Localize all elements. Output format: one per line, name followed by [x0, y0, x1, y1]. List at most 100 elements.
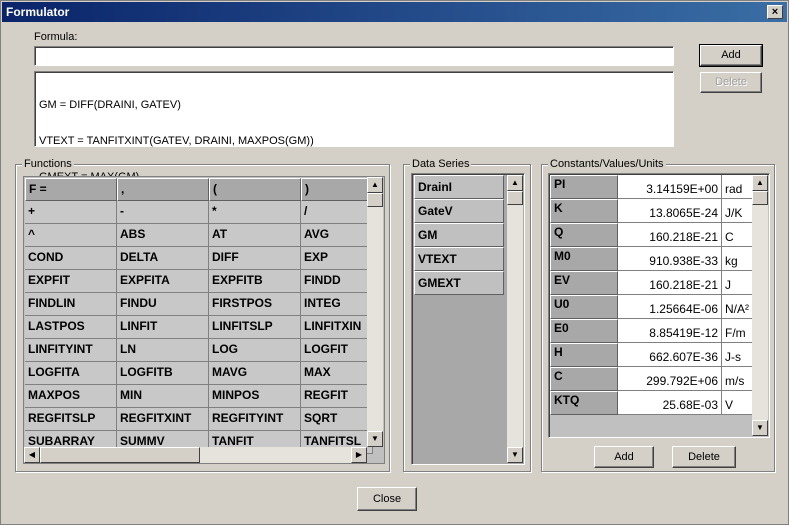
- constant-name[interactable]: M0: [550, 247, 618, 271]
- function-cell[interactable]: LN: [117, 339, 209, 362]
- function-cell[interactable]: DELTA: [117, 247, 209, 270]
- scroll-down-icon[interactable]: ▼: [367, 431, 383, 447]
- functions-vscroll[interactable]: ▲ ▼: [367, 177, 383, 447]
- constant-unit[interactable]: J: [722, 271, 752, 295]
- function-cell[interactable]: -: [117, 201, 209, 224]
- constants-vscroll[interactable]: ▲ ▼: [752, 175, 768, 436]
- function-cell[interactable]: MAVG: [209, 362, 301, 385]
- constant-unit[interactable]: J-s: [722, 343, 752, 367]
- data-series-item[interactable]: GateV: [414, 199, 504, 223]
- constant-value[interactable]: 160.218E-21: [618, 223, 722, 247]
- scroll-right-icon[interactable]: ▶: [351, 447, 367, 463]
- constant-name[interactable]: Q: [550, 223, 618, 247]
- function-cell[interactable]: ): [301, 178, 373, 201]
- constant-unit[interactable]: C: [722, 223, 752, 247]
- function-cell[interactable]: LOGFIT: [301, 339, 373, 362]
- function-cell[interactable]: *: [209, 201, 301, 224]
- constants-add-button[interactable]: Add: [594, 446, 654, 468]
- constant-name[interactable]: E0: [550, 319, 618, 343]
- scroll-thumb[interactable]: [752, 191, 768, 205]
- function-cell[interactable]: LASTPOS: [25, 316, 117, 339]
- function-cell[interactable]: AVG: [301, 224, 373, 247]
- function-cell[interactable]: AT: [209, 224, 301, 247]
- formula-list[interactable]: GM = DIFF(DRAINI, GATEV) VTEXT = TANFITX…: [34, 71, 674, 183]
- data-series-item[interactable]: VTEXT: [414, 247, 504, 271]
- constant-value[interactable]: 8.85419E-12: [618, 319, 722, 343]
- formula-line[interactable]: VTEXT = TANFITXINT(GATEV, DRAINI, MAXPOS…: [39, 135, 669, 147]
- function-cell[interactable]: LINFITSLP: [209, 316, 301, 339]
- scroll-left-icon[interactable]: ◀: [24, 447, 40, 463]
- constant-unit[interactable]: kg: [722, 247, 752, 271]
- function-cell[interactable]: FINDLIN: [25, 293, 117, 316]
- function-cell[interactable]: /: [301, 201, 373, 224]
- scroll-down-icon[interactable]: ▼: [752, 420, 768, 436]
- function-cell[interactable]: INTEG: [301, 293, 373, 316]
- function-cell[interactable]: LINFITYINT: [25, 339, 117, 362]
- constant-unit[interactable]: J/K: [722, 199, 752, 223]
- function-cell[interactable]: LOG: [209, 339, 301, 362]
- function-cell[interactable]: REGFITYINT: [209, 408, 301, 431]
- constant-unit[interactable]: m/s: [722, 367, 752, 391]
- function-cell[interactable]: MINPOS: [209, 385, 301, 408]
- function-cell[interactable]: DIFF: [209, 247, 301, 270]
- function-cell[interactable]: EXP: [301, 247, 373, 270]
- function-cell[interactable]: LOGFITB: [117, 362, 209, 385]
- function-cell[interactable]: F =: [25, 178, 117, 201]
- function-cell[interactable]: COND: [25, 247, 117, 270]
- scroll-thumb[interactable]: [367, 193, 383, 207]
- scroll-down-icon[interactable]: ▼: [507, 447, 523, 463]
- function-cell[interactable]: FINDU: [117, 293, 209, 316]
- constant-value[interactable]: 662.607E-36: [618, 343, 722, 367]
- function-cell[interactable]: MAX: [301, 362, 373, 385]
- function-cell[interactable]: ,: [117, 178, 209, 201]
- scroll-thumb[interactable]: [40, 447, 200, 463]
- function-cell[interactable]: +: [25, 201, 117, 224]
- constant-name[interactable]: PI: [550, 175, 618, 199]
- data-series-item[interactable]: DrainI: [414, 175, 504, 199]
- constant-name[interactable]: C: [550, 367, 618, 391]
- function-cell[interactable]: EXPFIT: [25, 270, 117, 293]
- function-cell[interactable]: REGFITXINT: [117, 408, 209, 431]
- scroll-up-icon[interactable]: ▲: [367, 177, 383, 193]
- constant-unit[interactable]: F/m: [722, 319, 752, 343]
- data-series-vscroll[interactable]: ▲ ▼: [507, 175, 523, 463]
- function-cell[interactable]: REGFITSLP: [25, 408, 117, 431]
- function-cell[interactable]: REGFIT: [301, 385, 373, 408]
- function-cell[interactable]: LINFITXIN: [301, 316, 373, 339]
- constants-delete-button[interactable]: Delete: [672, 446, 736, 468]
- constant-value[interactable]: 160.218E-21: [618, 271, 722, 295]
- function-cell[interactable]: (: [209, 178, 301, 201]
- functions-hscroll[interactable]: ◀ ▶: [24, 447, 367, 463]
- data-series-item[interactable]: GMEXT: [414, 271, 504, 295]
- function-cell[interactable]: FIRSTPOS: [209, 293, 301, 316]
- constant-name[interactable]: KTQ: [550, 391, 618, 415]
- constant-unit[interactable]: N/A²: [722, 295, 752, 319]
- constant-name[interactable]: U0: [550, 295, 618, 319]
- scroll-thumb[interactable]: [507, 191, 523, 205]
- scroll-up-icon[interactable]: ▲: [507, 175, 523, 191]
- function-cell[interactable]: LINFIT: [117, 316, 209, 339]
- scroll-up-icon[interactable]: ▲: [752, 175, 768, 191]
- function-cell[interactable]: EXPFITA: [117, 270, 209, 293]
- formula-input[interactable]: [34, 46, 674, 66]
- constant-name[interactable]: K: [550, 199, 618, 223]
- function-cell[interactable]: ABS: [117, 224, 209, 247]
- constant-value[interactable]: 910.938E-33: [618, 247, 722, 271]
- function-cell[interactable]: MAXPOS: [25, 385, 117, 408]
- function-cell[interactable]: EXPFITB: [209, 270, 301, 293]
- formula-add-button[interactable]: Add: [699, 44, 763, 67]
- function-cell[interactable]: MIN: [117, 385, 209, 408]
- constant-value[interactable]: 13.8065E-24: [618, 199, 722, 223]
- constant-unit[interactable]: rad: [722, 175, 752, 199]
- constant-name[interactable]: H: [550, 343, 618, 367]
- constant-value[interactable]: 3.14159E+00: [618, 175, 722, 199]
- constant-unit[interactable]: V: [722, 391, 752, 415]
- formula-line[interactable]: GM = DIFF(DRAINI, GATEV): [39, 99, 669, 111]
- constant-name[interactable]: EV: [550, 271, 618, 295]
- data-series-item[interactable]: GM: [414, 223, 504, 247]
- constant-value[interactable]: 299.792E+06: [618, 367, 722, 391]
- close-button[interactable]: Close: [357, 487, 417, 511]
- function-cell[interactable]: FINDD: [301, 270, 373, 293]
- constant-value[interactable]: 25.68E-03: [618, 391, 722, 415]
- function-cell[interactable]: LOGFITA: [25, 362, 117, 385]
